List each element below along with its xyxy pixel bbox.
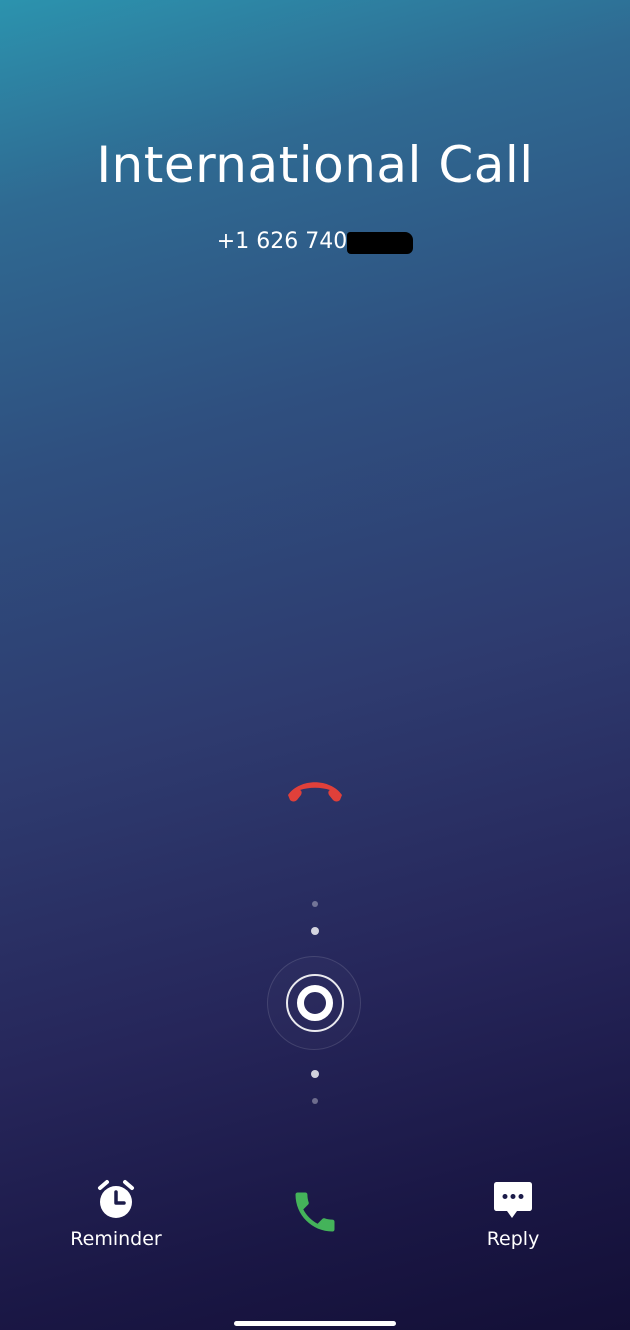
decline-call-icon[interactable] — [284, 778, 346, 804]
home-indicator[interactable] — [234, 1321, 396, 1326]
alarm-clock-icon — [98, 1180, 134, 1218]
message-bubble-icon — [494, 1182, 532, 1218]
reminder-button[interactable]: Reminder — [46, 1178, 186, 1250]
incoming-call-screen: International Call +1 626 740 Reminder R… — [0, 0, 630, 1330]
caller-number-row: +1 626 740 — [0, 229, 630, 254]
answer-call-icon[interactable] — [289, 1186, 341, 1238]
caller-number: +1 626 740 — [216, 229, 414, 254]
caller-number-text: +1 626 740 — [216, 229, 348, 254]
swipe-hint-dot — [312, 1098, 318, 1104]
answer-slider-handle[interactable] — [297, 985, 333, 1021]
caller-title: International Call — [96, 136, 534, 194]
reminder-label: Reminder — [70, 1228, 162, 1250]
reply-label: Reply — [486, 1228, 540, 1250]
swipe-hint-dot — [311, 927, 319, 935]
redaction-mark — [347, 232, 414, 254]
reply-button[interactable]: Reply — [443, 1178, 583, 1250]
swipe-hint-dot — [311, 1070, 319, 1078]
swipe-hint-dot — [312, 901, 318, 907]
